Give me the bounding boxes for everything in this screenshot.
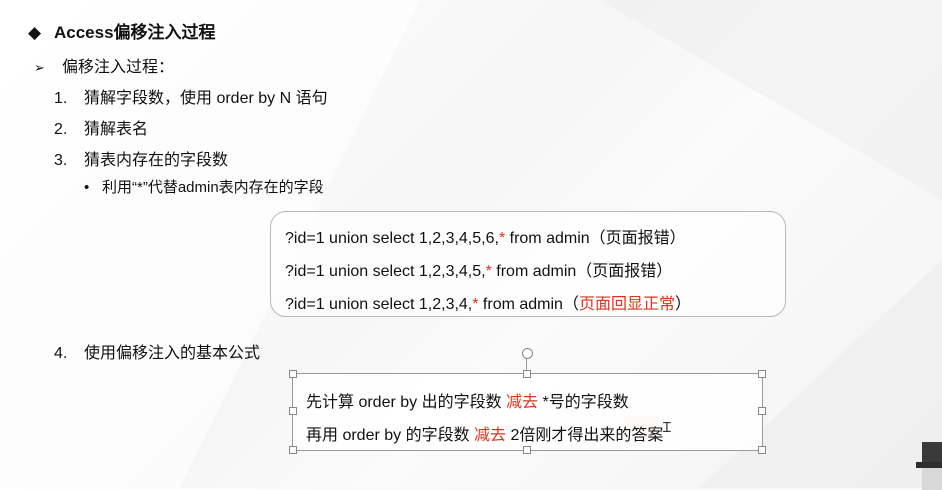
sql-line: ?id=1 union select 1,2,3,4,* from admin（…	[285, 296, 691, 313]
formula-line[interactable]: 先计算 order by 出的字段数 减去 *号的字段数	[306, 388, 629, 412]
subtitle: ➢ 偏移注入过程：	[34, 59, 175, 76]
dot-bullet-icon: •	[84, 179, 90, 196]
resize-handle[interactable]	[758, 370, 766, 378]
step-item: 4. 使用偏移注入的基本公式	[54, 345, 261, 362]
text-cursor-icon: Ɪ	[663, 419, 671, 435]
sql-example-box: ?id=1 union select 1,2,3,4,5,6,* from ad…	[270, 211, 786, 317]
step-item: 3. 猜表内存在的字段数	[54, 152, 229, 169]
sql-line: ?id=1 union select 1,2,3,4,5,6,* from ad…	[285, 230, 686, 247]
resize-handle[interactable]	[289, 407, 297, 415]
diamond-bullet-icon: ◆	[28, 23, 42, 42]
sql-line: ?id=1 union select 1,2,3,4,5,* from admi…	[285, 263, 673, 280]
rotate-handle-icon[interactable]	[522, 348, 533, 359]
resize-handle[interactable]	[758, 407, 766, 415]
arrow-bullet-icon: ➢	[34, 60, 45, 75]
resize-handle[interactable]	[289, 370, 297, 378]
step-item: 2. 猜解表名	[54, 121, 149, 138]
resize-handle[interactable]	[523, 370, 531, 378]
formula-line[interactable]: 再用 order by 的字段数 减去 2倍刚才得出来的答案	[306, 421, 663, 445]
bullet-point: • 利用“*”代替admin表内存在的字段	[84, 179, 324, 196]
hat-icon	[916, 442, 942, 490]
resize-handle[interactable]	[758, 446, 766, 454]
step-item: 1. 猜解字段数，使用 order by N 语句	[54, 90, 328, 107]
slide-title: ◆ Access偏移注入过程	[28, 23, 216, 42]
formula-textbox[interactable]: 先计算 order by 出的字段数 减去 *号的字段数 再用 order by…	[292, 373, 763, 451]
resize-handle[interactable]	[289, 446, 297, 454]
resize-handle[interactable]	[523, 446, 531, 454]
